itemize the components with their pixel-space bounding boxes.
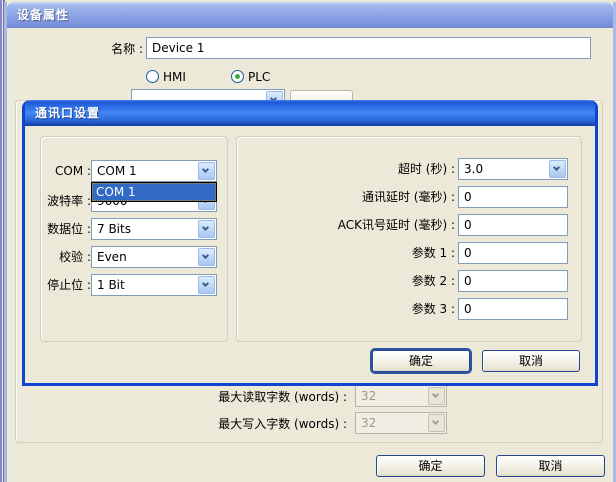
comm-port-titlebar[interactable]: 通讯口设置 <box>25 100 595 126</box>
name-input[interactable] <box>146 37 591 59</box>
comm-delay-input[interactable] <box>458 186 568 208</box>
param3-label: 参数 3 : <box>246 298 455 320</box>
databits-label: 数据位 : <box>33 218 91 240</box>
plc-radio[interactable] <box>231 70 244 83</box>
device-properties-titlebar[interactable]: 设备属性 <box>7 2 613 28</box>
plc-radio-label: PLC <box>248 66 288 88</box>
name-label: 名称 : <box>43 38 143 60</box>
parity-value: Even <box>97 247 127 267</box>
comm-port-title: 通讯口设置 <box>35 106 100 120</box>
comm-port-body: COM : COM 1 COM 1 波特率 : 9600 数据位 : 7 Bit… <box>25 126 595 383</box>
chevron-down-icon[interactable] <box>198 248 215 266</box>
device-properties-title: 设备属性 <box>17 8 69 22</box>
parity-combo[interactable]: Even <box>91 246 217 268</box>
ack-delay-label: ACK讯号延时 (毫秒) : <box>246 214 455 236</box>
param2-input[interactable] <box>458 270 568 292</box>
stopbits-label: 停止位 : <box>33 274 91 296</box>
comm-delay-label: 通讯延时 (毫秒) : <box>246 186 455 208</box>
com-combo[interactable]: COM 1 <box>91 160 217 182</box>
comm-port-settings-dialog: 通讯口设置 COM : COM 1 COM 1 波特率 : 9600 数据位 :… <box>22 100 598 386</box>
param2-label: 参数 2 : <box>246 270 455 292</box>
parity-label: 校验 : <box>33 246 91 268</box>
inner-cancel-button[interactable]: 取消 <box>482 350 580 372</box>
max-write-value: 32 <box>361 413 376 433</box>
hmi-radio-label: HMI <box>163 66 203 88</box>
chevron-down-icon <box>428 387 445 405</box>
chevron-down-icon <box>428 414 445 432</box>
chevron-down-icon[interactable] <box>198 162 215 180</box>
timeout-combo[interactable]: 3.0 <box>458 158 568 180</box>
chevron-down-icon[interactable] <box>198 220 215 238</box>
param3-input[interactable] <box>458 298 568 320</box>
timeout-label: 超时 (秒) : <box>246 158 455 180</box>
stopbits-combo[interactable]: 1 Bit <box>91 274 217 296</box>
param1-label: 参数 1 : <box>246 242 455 264</box>
max-write-label: 最大写入字数 (words) : <box>67 413 347 435</box>
param1-input[interactable] <box>458 242 568 264</box>
com-value: COM 1 <box>97 161 137 181</box>
outer-ok-button[interactable]: 确定 <box>376 455 485 477</box>
max-read-label: 最大读取字数 (words) : <box>67 386 347 408</box>
chevron-down-icon[interactable] <box>198 276 215 294</box>
com-dropdown-item[interactable]: COM 1 <box>92 183 216 201</box>
max-read-combo: 32 <box>355 385 447 407</box>
chevron-down-icon[interactable] <box>549 160 566 178</box>
max-read-value: 32 <box>361 386 376 406</box>
com-label: COM : <box>33 160 91 182</box>
inner-ok-button[interactable]: 确定 <box>372 350 470 372</box>
max-write-combo: 32 <box>355 412 447 434</box>
baudrate-label: 波特率 : <box>33 190 91 212</box>
screen: 设备属性 名称 : HMI PLC 最大读取字数 (words) : 32 最大… <box>0 0 616 482</box>
stopbits-value: 1 Bit <box>97 275 125 295</box>
outer-cancel-button[interactable]: 取消 <box>496 455 605 477</box>
databits-combo[interactable]: 7 Bits <box>91 218 217 240</box>
hmi-radio[interactable] <box>146 70 159 83</box>
timeout-value: 3.0 <box>464 159 483 179</box>
ack-delay-input[interactable] <box>458 214 568 236</box>
com-dropdown-list[interactable]: COM 1 <box>91 182 217 202</box>
databits-value: 7 Bits <box>97 219 131 239</box>
